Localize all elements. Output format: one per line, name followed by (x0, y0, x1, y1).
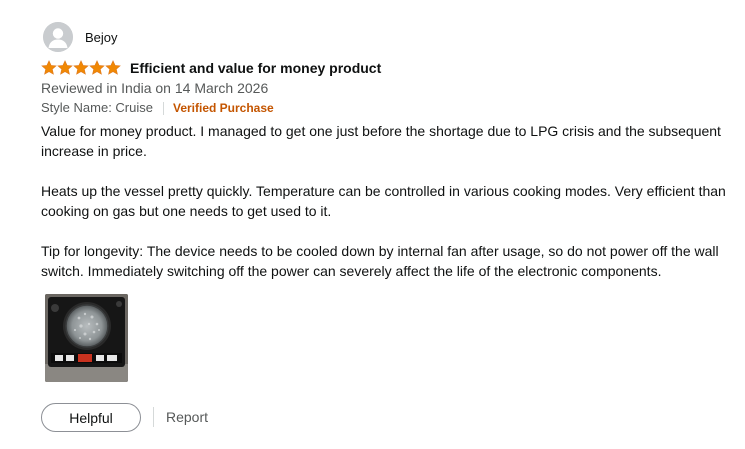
review-paragraph: Value for money product. I managed to ge… (41, 123, 721, 159)
review-title[interactable]: Efficient and value for money product (130, 60, 381, 76)
star-full-icon (89, 60, 105, 75)
reviewer-profile[interactable]: Bejoy (43, 22, 118, 52)
user-avatar-icon (43, 22, 73, 52)
review-format-row: Style Name: Cruise Verified Purchase (41, 99, 274, 117)
star-full-icon (105, 60, 121, 75)
customer-review: Bejoy Efficient and value for money prod… (0, 0, 745, 449)
star-full-icon (73, 60, 89, 75)
review-date: Reviewed in India on 14 March 2026 (41, 80, 269, 96)
review-image-thumbnail[interactable] (45, 294, 128, 382)
helpful-button[interactable]: Helpful (41, 403, 141, 432)
review-body: Value for money product. I managed to ge… (41, 121, 731, 301)
star-rating[interactable] (41, 60, 121, 76)
review-paragraph: Heats up the vessel pretty quickly. Temp… (41, 183, 726, 219)
divider (153, 407, 154, 427)
reviewer-name: Bejoy (85, 29, 118, 45)
style-name[interactable]: Style Name: Cruise (41, 99, 153, 117)
review-paragraph: Tip for longevity: The device needs to b… (41, 243, 719, 279)
report-link[interactable]: Report (166, 407, 208, 427)
star-full-icon (57, 60, 73, 75)
star-full-icon (41, 60, 57, 75)
review-title-row: Efficient and value for money product (41, 58, 381, 78)
verified-purchase-badge: Verified Purchase (172, 101, 274, 115)
divider (162, 101, 164, 115)
